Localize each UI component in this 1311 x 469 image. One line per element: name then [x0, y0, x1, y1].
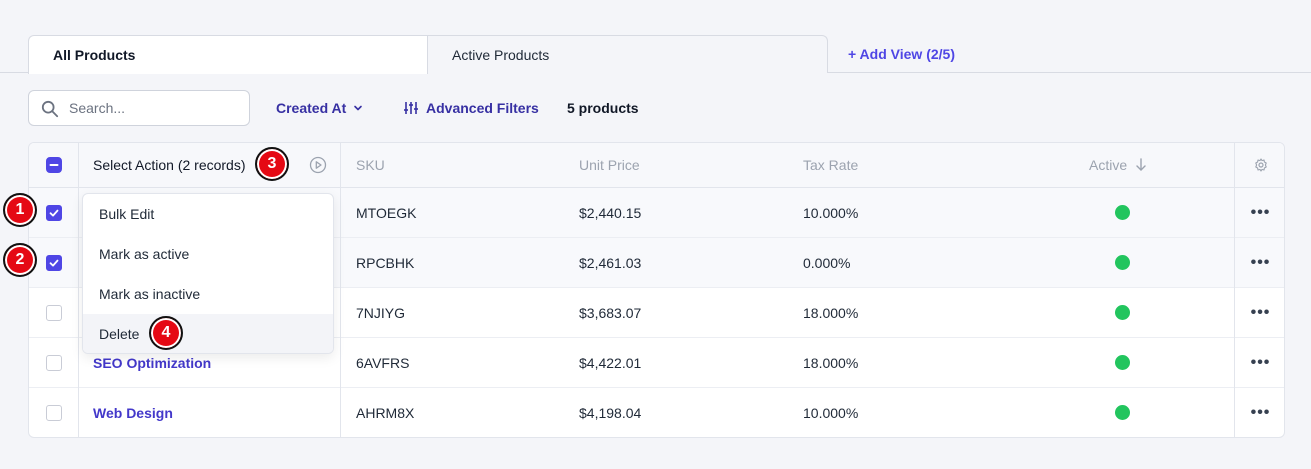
sku-cell: MTOEGK [356, 204, 417, 221]
step-marker-4: 4 [149, 316, 183, 350]
active-status-cell [1089, 238, 1155, 287]
column-divider [78, 143, 79, 437]
menu-item-mark-active[interactable]: Mark as active [83, 234, 333, 274]
step-marker-3: 3 [255, 147, 289, 181]
unit-price-cell: $2,461.03 [579, 254, 642, 271]
select-all-checkbox[interactable] [45, 157, 62, 173]
column-settings-button[interactable] [1235, 143, 1284, 187]
select-action-dropdown[interactable]: Select Action (2 records) [93, 143, 327, 187]
more-horizontal-icon: ••• [1250, 403, 1271, 421]
select-action-label: Select Action (2 records) [93, 157, 246, 173]
column-divider [340, 143, 341, 437]
unit-price-cell: $2,440.15 [579, 204, 642, 221]
more-horizontal-icon: ••• [1250, 353, 1271, 371]
menu-item-bulk-edit[interactable]: Bulk Edit [83, 194, 333, 234]
row-actions-button[interactable]: ••• [1235, 388, 1284, 437]
row-checkbox-cell [29, 388, 78, 437]
step-marker-2: 2 [3, 243, 37, 277]
sliders-icon [404, 102, 418, 114]
check-icon [49, 259, 58, 266]
column-header-active-label: Active [1089, 157, 1128, 173]
chevron-down-icon [354, 105, 363, 111]
sku-cell: RPCBHK [356, 254, 415, 271]
step-marker-1: 1 [3, 193, 37, 227]
gear-icon [1254, 158, 1267, 172]
minus-icon [49, 164, 58, 166]
more-horizontal-icon: ••• [1250, 203, 1271, 221]
tax-rate-cell: 0.000% [803, 254, 851, 271]
row-checkbox[interactable] [45, 204, 62, 221]
active-status-dot [1114, 255, 1130, 270]
sku-cell: AHRM8X [356, 404, 415, 421]
column-header-active[interactable]: Active [1089, 143, 1147, 187]
row-checkbox-cell [29, 288, 78, 337]
active-status-cell [1089, 388, 1155, 437]
tax-rate-cell: 10.000% [803, 404, 859, 421]
tax-rate-cell: 18.000% [803, 354, 859, 371]
row-actions-button[interactable]: ••• [1235, 238, 1284, 287]
unit-price-cell: $3,683.07 [579, 304, 642, 321]
more-horizontal-icon: ••• [1250, 253, 1271, 271]
created-at-sort-button[interactable]: Created At [276, 100, 364, 116]
sku-cell: 6AVFRS [356, 354, 410, 371]
product-name-cell: Web Design [93, 388, 173, 437]
created-at-label: Created At [276, 100, 347, 116]
column-header-tax-rate[interactable]: Tax Rate [803, 143, 858, 187]
row-actions-button[interactable]: ••• [1235, 188, 1284, 237]
advanced-filters-label: Advanced Filters [426, 100, 539, 116]
active-status-cell [1089, 188, 1155, 237]
select-action-menu: Bulk Edit Mark as active Mark as inactiv… [82, 193, 334, 354]
unit-price-cell: $4,198.04 [579, 404, 642, 421]
unit-price-cell: $4,422.01 [579, 354, 642, 371]
add-view-button[interactable]: + Add View (2/5) [848, 46, 955, 62]
row-actions-button[interactable]: ••• [1235, 288, 1284, 337]
active-status-cell [1089, 338, 1155, 387]
advanced-filters-button[interactable]: Advanced Filters [404, 100, 539, 116]
tab-active-products[interactable]: Active Products [427, 35, 828, 73]
menu-item-delete[interactable]: Delete [83, 314, 333, 353]
row-checkbox[interactable] [45, 304, 62, 321]
search-icon [41, 100, 59, 118]
more-horizontal-icon: ••• [1250, 303, 1271, 321]
tab-all-products[interactable]: All Products [28, 35, 428, 74]
search-box[interactable] [28, 90, 250, 126]
active-status-dot [1114, 205, 1130, 220]
menu-item-mark-inactive[interactable]: Mark as inactive [83, 274, 333, 314]
column-header-unit-price[interactable]: Unit Price [579, 143, 640, 187]
row-checkbox[interactable] [45, 254, 62, 271]
view-tabs: All Products Active Products + Add View … [0, 35, 1311, 74]
sku-cell: 7NJIYG [356, 304, 406, 321]
table-header-row: Select Action (2 records) SKU Unit Price… [29, 143, 1284, 188]
row-checkbox[interactable] [45, 404, 62, 421]
row-checkbox-cell [29, 338, 78, 387]
product-name-link[interactable]: Web Design [93, 405, 173, 421]
check-icon [49, 209, 58, 216]
table-row[interactable]: Web Design AHRM8X $4,198.04 10.000% ••• [29, 388, 1284, 437]
row-checkbox[interactable] [45, 354, 62, 371]
active-status-dot [1114, 355, 1130, 370]
product-name-link[interactable]: SEO Optimization [93, 355, 211, 371]
play-circle-icon[interactable] [309, 156, 327, 174]
tax-rate-cell: 18.000% [803, 304, 859, 321]
search-input[interactable] [69, 100, 239, 116]
header-checkbox-cell [29, 143, 78, 187]
arrow-down-icon [1136, 158, 1146, 171]
row-actions-button[interactable]: ••• [1235, 338, 1284, 387]
active-status-cell [1089, 288, 1155, 337]
active-status-dot [1114, 305, 1130, 320]
active-status-dot [1114, 405, 1130, 420]
product-count: 5 products [567, 100, 639, 116]
column-header-sku[interactable]: SKU [356, 143, 385, 187]
column-divider [1234, 143, 1235, 437]
tax-rate-cell: 10.000% [803, 204, 859, 221]
